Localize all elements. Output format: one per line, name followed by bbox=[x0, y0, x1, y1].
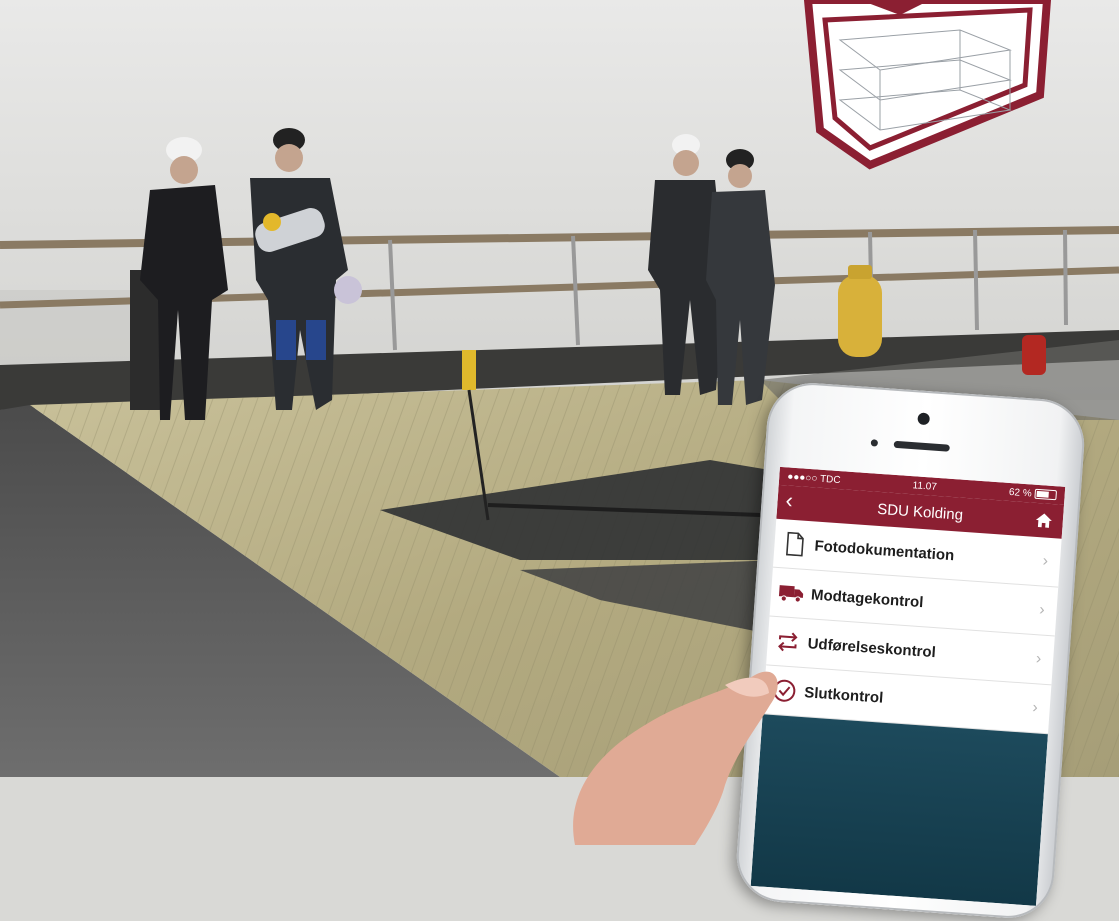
sensor-icon bbox=[870, 439, 879, 447]
battery-percent: 62 % bbox=[1008, 486, 1033, 500]
menu-item-label: Fotodokumentation bbox=[813, 537, 955, 564]
chevron-right-icon: › bbox=[1042, 552, 1049, 570]
chevron-left-icon[interactable]: ‹ bbox=[785, 487, 794, 512]
chevron-right-icon: › bbox=[1038, 601, 1046, 619]
chevron-right-icon: › bbox=[1031, 699, 1039, 717]
truck-icon bbox=[771, 582, 812, 605]
menu-item-label: Udførelseskontrol bbox=[807, 634, 937, 661]
nav-title: SDU Kolding bbox=[876, 500, 964, 524]
app-screen: ●●●○○ TDC 11.07 62 % ‹ SDU Kolding Fotod… bbox=[750, 466, 1066, 906]
hand-thumb bbox=[573, 671, 778, 845]
menu-list: Fotodokumentation › Modtagekontrol › Udf… bbox=[762, 518, 1062, 735]
menu-item-label: Slutkontrol bbox=[803, 683, 884, 707]
document-icon bbox=[774, 531, 816, 558]
home-icon[interactable] bbox=[1034, 511, 1053, 530]
chevron-right-icon: › bbox=[1035, 650, 1042, 668]
smartphone: ●●●○○ TDC 11.07 62 % ‹ SDU Kolding Fotod… bbox=[733, 380, 1088, 921]
screen-footer-area bbox=[750, 714, 1048, 906]
battery-status: 62 % bbox=[1008, 486, 1057, 501]
status-time: 11.07 bbox=[912, 479, 938, 493]
front-camera-icon bbox=[917, 412, 931, 426]
menu-item-label: Modtagekontrol bbox=[810, 585, 924, 611]
carrier-signal: ●●●○○ TDC bbox=[786, 470, 841, 486]
battery-icon bbox=[1034, 488, 1057, 501]
earpiece-speaker bbox=[893, 440, 950, 452]
